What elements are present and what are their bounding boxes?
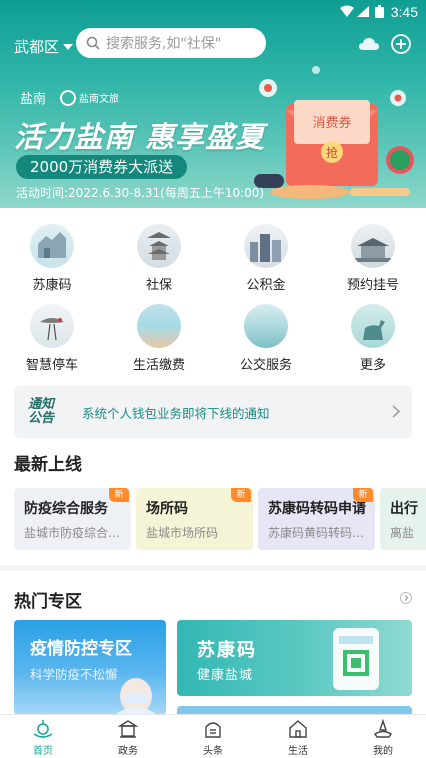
service-label: 公积金	[246, 278, 286, 293]
tab-label: 政务	[118, 746, 138, 757]
service-parking[interactable]: 智慧停车	[7, 304, 97, 373]
government-icon	[117, 720, 139, 738]
tab-mine[interactable]: 我的	[353, 718, 413, 757]
new-badge: 新	[353, 488, 373, 502]
service-label: 苏康码	[32, 278, 72, 293]
status-bar: 3:45	[0, 0, 426, 24]
new-badge: 新	[231, 488, 251, 502]
latest-card-zhuanma[interactable]: 苏康码转码申请 苏康码黄码转码… 新	[258, 488, 375, 550]
card-subtitle: 盐城市场所码	[146, 526, 219, 540]
tab-label: 生活	[288, 746, 308, 757]
service-guahao[interactable]: 预约挂号	[328, 224, 418, 293]
card-subtitle: 离盐	[390, 526, 415, 540]
shebao-icon	[137, 224, 181, 268]
banner-headline: 活力盐南 惠享盛夏	[14, 120, 266, 154]
tab-headlines[interactable]: 头条	[183, 718, 243, 757]
header-banner: 3:45 武都区 搜索服务,如"社保" 盐南 盐南文旅 消费券 抢 活力盐南 惠…	[0, 0, 426, 208]
banner-activity-time: 活动时间:2022.6.30-8.31(每周五上午10:00)	[16, 186, 265, 200]
culture-logo-text: 盐南文旅	[79, 94, 120, 105]
service-label: 更多	[359, 358, 386, 373]
status-time: 3:45	[390, 4, 418, 20]
location-selector[interactable]: 武都区	[14, 36, 74, 57]
tab-home[interactable]: 首页	[13, 718, 73, 757]
service-label: 公交服务	[239, 358, 292, 373]
caret-down-icon	[63, 43, 74, 50]
hot-card-title: 疫情防控专区	[30, 639, 132, 659]
coupon-grab-badge: 抢	[326, 145, 338, 160]
latest-card-chuxing[interactable]: 出行 离盐	[380, 488, 426, 550]
service-shebao[interactable]: 社保	[114, 224, 204, 293]
service-label: 生活缴费	[132, 358, 185, 373]
search-icon	[86, 36, 100, 50]
search-placeholder: 搜索服务,如"社保"	[106, 36, 222, 52]
mine-icon	[374, 718, 392, 738]
location-label: 武都区	[14, 38, 60, 56]
parking-crane-icon	[30, 304, 74, 348]
hot-card-subtitle: 健康盐城	[197, 668, 254, 683]
notice-tag: 通知 公告	[28, 398, 68, 426]
home-icon	[33, 720, 53, 738]
latest-card-changsuoma[interactable]: 场所码 盐城市场所码 新	[136, 488, 253, 550]
wifi-icon	[340, 5, 354, 17]
hot-card-title: 苏康码	[197, 640, 257, 661]
notice-text: 系统个人钱包业务即将下线的通知	[82, 405, 270, 421]
new-badge: 新	[109, 488, 129, 502]
yannan-culture-logo: 盐南文旅	[60, 89, 120, 106]
card-subtitle: 盐城市防疫综合…	[24, 526, 121, 540]
tab-label: 我的	[373, 746, 393, 757]
hot-card-sukangma[interactable]: 苏康码 健康盐城	[177, 620, 412, 696]
coupon-label: 消费券	[312, 115, 351, 131]
signal-icon	[357, 6, 369, 17]
service-sukangma[interactable]: 苏康码	[7, 224, 97, 293]
chevron-right-icon	[392, 405, 400, 418]
cloud-weather-icon[interactable]	[358, 33, 380, 55]
latest-cards: 防疫综合服务 盐城市防疫综合… 新 场所码 盐城市场所码 新 苏康码转码申请 苏…	[14, 488, 426, 550]
service-label: 社保	[145, 278, 172, 293]
service-bus[interactable]: 公交服务	[221, 304, 311, 373]
search-input[interactable]: 搜索服务,如"社保"	[76, 28, 266, 58]
headlines-icon	[205, 722, 221, 738]
notice-tag-line1: 通知	[28, 397, 55, 412]
tab-government[interactable]: 政务	[98, 718, 158, 757]
yannan-logo: 盐南	[20, 92, 47, 107]
add-icon[interactable]	[390, 33, 412, 55]
gongjijin-icon	[244, 224, 288, 268]
guahao-icon	[351, 224, 395, 268]
banner-subtitle: 2000万消费券大派送	[16, 155, 188, 179]
service-more[interactable]: 更多	[328, 304, 418, 373]
tab-label: 首页	[33, 746, 53, 757]
bottom-tab-bar: 首页 政务 头条 生活 我的	[0, 714, 426, 758]
coupon-envelope-illustration: 消费券 抢	[254, 66, 414, 199]
hot-section-title: 热门专区	[14, 592, 82, 612]
phone-qrcode-icon	[333, 628, 379, 690]
notice-tag-line2: 公告	[28, 411, 55, 426]
service-payment[interactable]: 生活缴费	[114, 304, 204, 373]
banner-logos: 盐南 盐南文旅	[20, 88, 119, 107]
notice-bar[interactable]: 通知 公告 系统个人钱包业务即将下线的通知	[14, 386, 412, 438]
latest-card-fangyi[interactable]: 防疫综合服务 盐城市防疫综合… 新	[14, 488, 131, 550]
card-title: 出行	[390, 501, 418, 517]
more-deer-icon	[351, 304, 395, 348]
service-gongjijin[interactable]: 公积金	[221, 224, 311, 293]
service-label: 智慧停车	[25, 358, 78, 373]
hot-more-icon[interactable]	[400, 592, 412, 604]
hot-card-epidemic[interactable]: 疫情防控专区 科学防疫不松懈	[14, 620, 166, 715]
doctor-illustration	[114, 678, 158, 715]
card-subtitle: 苏康码黄码转码…	[268, 526, 365, 540]
circle-logo-icon	[60, 89, 77, 106]
tab-life[interactable]: 生活	[268, 718, 328, 757]
service-label: 预约挂号	[346, 278, 399, 293]
life-icon	[289, 720, 307, 738]
hot-card-subtitle: 科学防疫不松懈	[30, 667, 118, 682]
battery-icon	[375, 5, 384, 18]
latest-section-title: 最新上线	[14, 455, 82, 475]
bus-icon	[244, 304, 288, 348]
tab-label: 头条	[203, 746, 223, 757]
payment-icon	[137, 304, 181, 348]
section-divider	[0, 565, 426, 571]
sukangma-icon	[30, 224, 74, 268]
